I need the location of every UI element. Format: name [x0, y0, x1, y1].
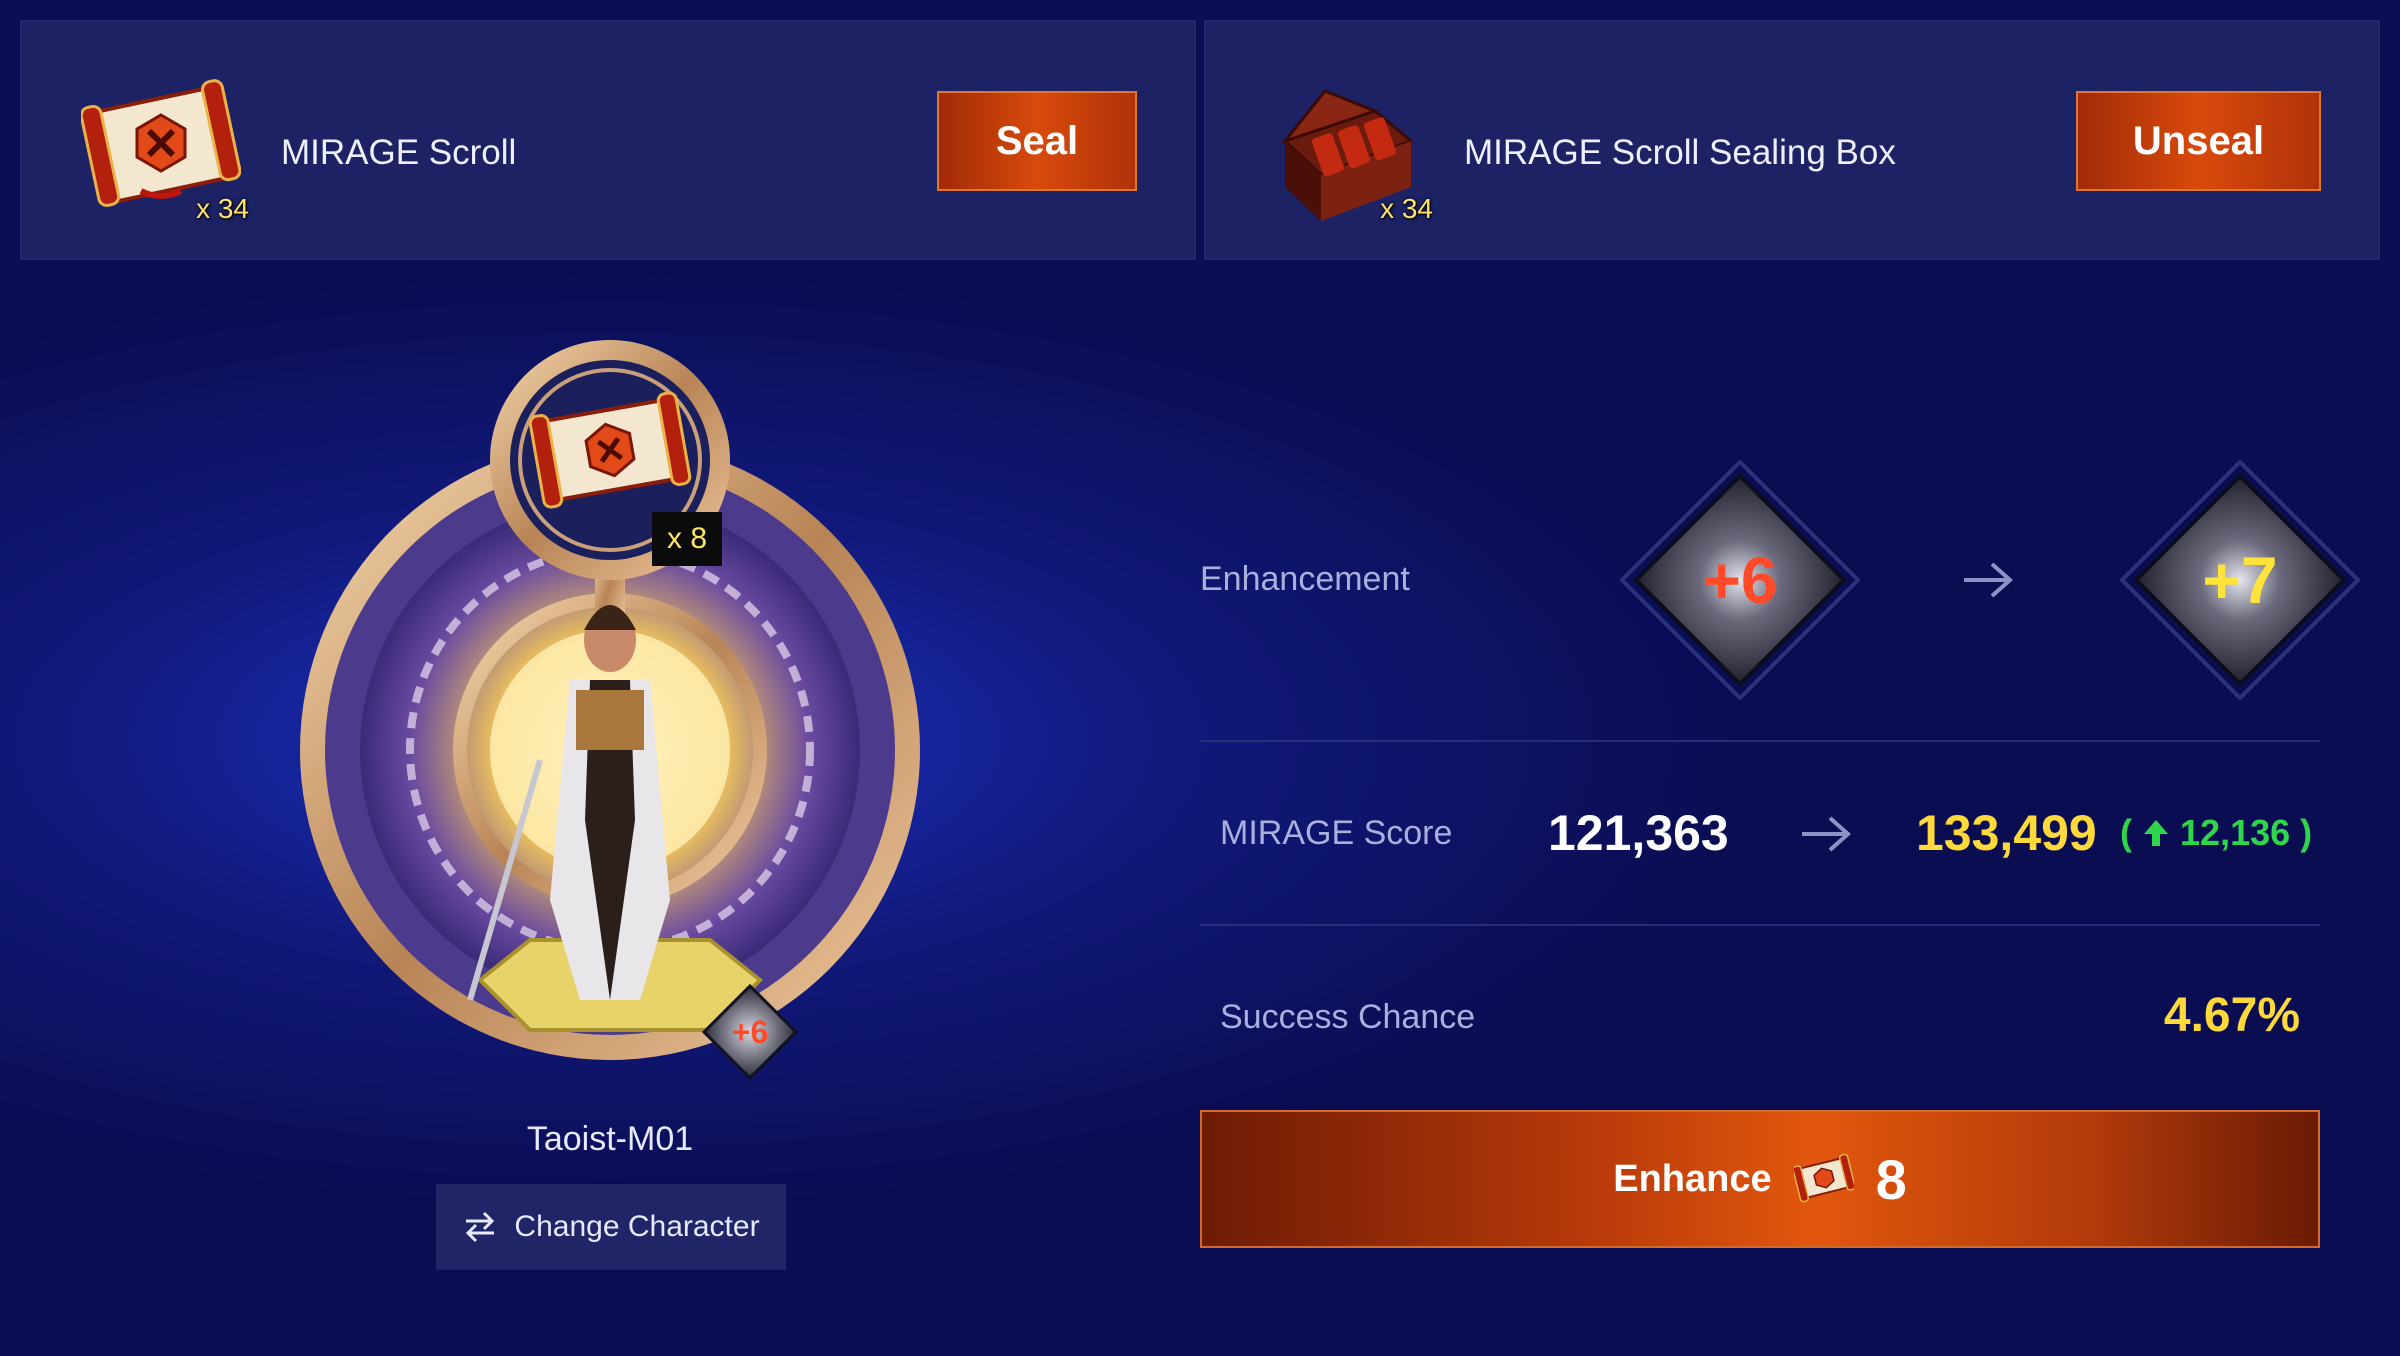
- swap-icon: [466, 1211, 495, 1243]
- next-level-text: +7: [2202, 543, 2278, 617]
- current-level-diamond: +6: [1619, 459, 1861, 701]
- sealing-box-panel: x 34 MIRAGE Scroll Sealing Box Unseal: [1204, 20, 2380, 260]
- next-level-diamond: +7: [2119, 459, 2361, 701]
- enhance-label: Enhance: [1613, 1157, 1772, 1200]
- enhance-cost: 8: [1875, 1147, 1907, 1211]
- scroll-name: MIRAGE Scroll: [281, 133, 517, 172]
- mirage-scroll-item[interactable]: x 34: [79, 71, 249, 231]
- score-increase-value: 12,136: [2180, 812, 2291, 853]
- arrow-right-icon: [1964, 562, 2014, 598]
- score-current: 121,363: [1548, 805, 1729, 861]
- character-name: Taoist-M01: [526, 1120, 694, 1158]
- scroll-quantity: x 34: [196, 193, 249, 224]
- scroll-icon: [1793, 1153, 1854, 1203]
- scroll-panel: x 34 MIRAGE Scroll Seal: [20, 20, 1196, 260]
- enhance-button[interactable]: Enhance 8: [1200, 1110, 2320, 1248]
- emblem-scroll-quantity: x 8: [652, 512, 722, 566]
- sealing-box-name: MIRAGE Scroll Sealing Box: [1464, 133, 1896, 172]
- success-chance-value: 4.67%: [2163, 989, 2300, 1042]
- change-character-button[interactable]: Change Character: [436, 1184, 786, 1270]
- divider: [1200, 924, 2320, 926]
- current-level-text: +6: [1702, 543, 1778, 617]
- up-arrow-icon: [2144, 820, 2169, 846]
- divider: [1200, 740, 2320, 742]
- sealing-box-quantity: x 34: [1380, 193, 1433, 224]
- score-increase: ( 12,136 ): [2120, 812, 2313, 853]
- score-label: MIRAGE Score: [1220, 814, 1453, 852]
- seal-button[interactable]: Seal: [937, 91, 1137, 191]
- enhancement-label: Enhancement: [1200, 560, 1410, 598]
- enhancement-screen: x 34 MIRAGE Scroll Seal x 34 MIRAGE Scro…: [0, 0, 2400, 1356]
- emblem-graphic: [300, 340, 920, 1060]
- character-emblem: x 8 +6: [290, 340, 930, 1100]
- arrow-right-icon: [1802, 816, 1852, 852]
- sealing-box-item[interactable]: x 34: [1265, 71, 1433, 231]
- character-level-text: +6: [731, 1013, 769, 1050]
- success-chance-label: Success Chance: [1220, 998, 1476, 1036]
- score-new: 133,499: [1916, 805, 2097, 861]
- change-character-label: Change Character: [514, 1210, 760, 1243]
- character-level-badge: +6: [700, 982, 800, 1082]
- unseal-button[interactable]: Unseal: [2076, 91, 2321, 191]
